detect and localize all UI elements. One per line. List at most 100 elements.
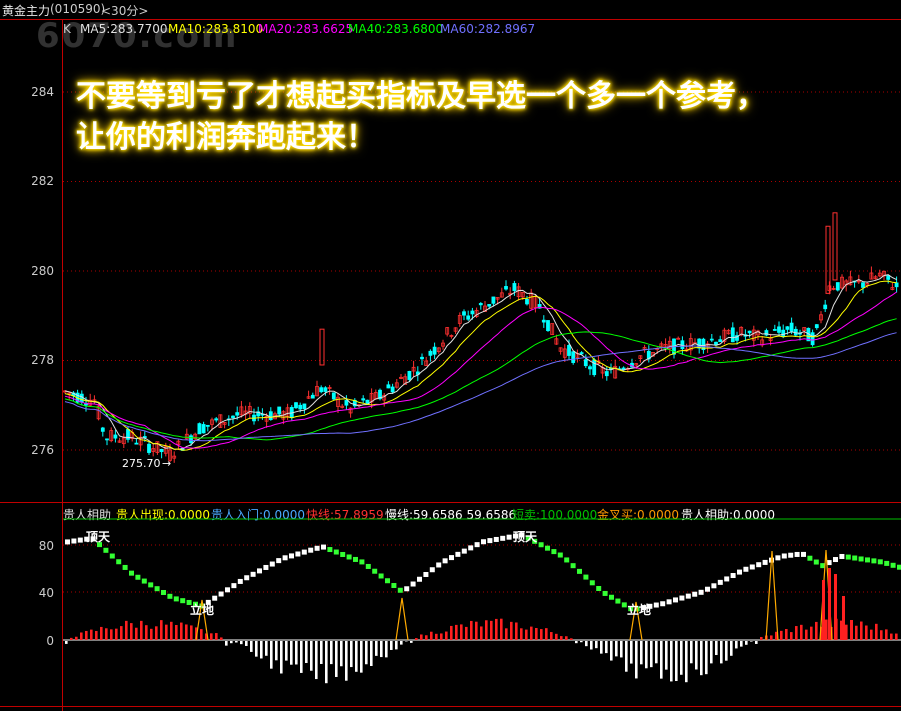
hist-bar-down bbox=[385, 641, 388, 658]
oscillator-block bbox=[109, 553, 115, 559]
oscillator-block bbox=[666, 599, 672, 605]
hist-bar-down bbox=[600, 641, 603, 654]
oscillator-block bbox=[461, 548, 467, 554]
candle-body bbox=[730, 327, 735, 343]
oscillator-block bbox=[410, 581, 416, 587]
oscillator-block bbox=[161, 589, 166, 595]
hist-bar-up bbox=[210, 633, 213, 640]
hist-bar-down bbox=[675, 641, 678, 682]
candle-body bbox=[79, 393, 84, 403]
oscillator-block bbox=[231, 583, 237, 589]
candle-body bbox=[420, 356, 424, 360]
oscillator-block bbox=[583, 574, 589, 580]
oscillator-block bbox=[65, 539, 70, 545]
hist-bar-down bbox=[265, 641, 268, 656]
hist-bar-up bbox=[490, 620, 493, 640]
ind-tick-80: 80 bbox=[39, 539, 54, 553]
candle-body bbox=[470, 310, 475, 315]
hist-bar-up bbox=[185, 624, 188, 640]
hist-bar-up bbox=[140, 620, 143, 640]
promo-line-2: 让你的利润奔跑起来！ bbox=[76, 120, 376, 155]
oscillator-block bbox=[481, 539, 486, 545]
oscillator-block bbox=[154, 586, 160, 592]
hist-bar-down bbox=[690, 641, 693, 664]
oscillator-block bbox=[250, 571, 256, 577]
candle-body bbox=[886, 275, 891, 280]
hist-bar-up bbox=[855, 625, 858, 640]
hist-bar-tall bbox=[822, 580, 825, 640]
oscillator-block bbox=[589, 580, 595, 586]
hist-bar-up bbox=[215, 633, 218, 640]
hist-bar-down bbox=[255, 641, 258, 657]
oscillator-block bbox=[423, 571, 429, 577]
hist-bar-down bbox=[280, 641, 283, 674]
ma-line bbox=[64, 274, 897, 450]
hist-bar-down bbox=[310, 641, 313, 671]
candlesticks bbox=[63, 212, 899, 463]
hist-bar-down bbox=[270, 641, 273, 669]
hist-bar-down bbox=[735, 641, 738, 649]
hist-bar-down bbox=[590, 641, 593, 650]
hist-bar-up bbox=[890, 633, 893, 640]
hist-bar-up bbox=[565, 636, 568, 640]
hist-bar-tall bbox=[834, 574, 837, 640]
hist-bar-down bbox=[630, 641, 633, 664]
hist-bar-up bbox=[770, 635, 773, 640]
hist-bar-down bbox=[325, 641, 328, 684]
hist-bar-up bbox=[120, 626, 123, 640]
candle-body bbox=[201, 424, 206, 434]
hist-bar-up bbox=[200, 629, 203, 640]
hist-bar-down bbox=[380, 641, 383, 658]
oscillator-block bbox=[743, 566, 749, 572]
hist-bar-down bbox=[610, 641, 613, 661]
oscillator-block bbox=[877, 559, 883, 565]
oscillator-block bbox=[813, 559, 819, 565]
candle-body bbox=[525, 298, 529, 305]
hist-bar-up bbox=[790, 632, 793, 640]
hist-bar-down bbox=[750, 641, 753, 642]
candle-body bbox=[277, 406, 282, 415]
signal-spike bbox=[395, 597, 409, 641]
candle-body bbox=[592, 359, 597, 376]
oscillator-block bbox=[295, 551, 301, 557]
hist-bar-up bbox=[190, 625, 193, 640]
candle-body bbox=[298, 404, 303, 410]
oscillator-block bbox=[698, 589, 704, 595]
oscillator-block bbox=[474, 542, 480, 548]
hist-bar-down bbox=[670, 641, 673, 682]
hist-bar-down bbox=[655, 641, 658, 664]
hist-bar-up bbox=[875, 623, 878, 640]
hist-bar-up bbox=[125, 620, 128, 640]
candle-body bbox=[294, 402, 298, 409]
oscillator-block bbox=[506, 534, 512, 540]
hist-bar-down bbox=[705, 641, 708, 675]
hist-bar-down bbox=[635, 641, 638, 679]
hist-bar-up bbox=[90, 629, 93, 640]
hist-bar-down bbox=[595, 641, 598, 649]
hist-bar-down bbox=[335, 641, 338, 677]
oscillator-block bbox=[852, 555, 858, 561]
hist-bar-up bbox=[845, 624, 848, 640]
promo-banner: 不要等到亏了才想起买指标及早选一个多一个参考， 让你的利润奔跑起来！ bbox=[76, 76, 766, 158]
hist-bar-down bbox=[355, 641, 358, 672]
hist-bar-up bbox=[150, 628, 153, 640]
hist-bar-down bbox=[730, 641, 733, 656]
hist-bar-up bbox=[880, 630, 883, 640]
hist-bar-down bbox=[260, 641, 263, 659]
promo-line-1: 不要等到亏了才想起买指标及早选一个多一个参考， bbox=[76, 79, 766, 114]
hist-bar-up bbox=[85, 630, 88, 640]
oscillator-block bbox=[129, 570, 134, 576]
oscillator-block bbox=[71, 538, 77, 544]
oscillator-block bbox=[685, 593, 691, 599]
ma-line bbox=[64, 291, 897, 449]
oscillator-block bbox=[346, 554, 352, 560]
hist-bar-down bbox=[230, 641, 233, 644]
hist-bar-up bbox=[450, 625, 453, 640]
oscillator-block bbox=[167, 593, 173, 599]
hist-bar-up bbox=[110, 629, 113, 640]
candle-body bbox=[835, 282, 840, 291]
hist-bar-up bbox=[885, 629, 888, 640]
oscillator-block bbox=[404, 586, 410, 592]
candle-body bbox=[323, 387, 328, 392]
candle-body bbox=[491, 296, 496, 304]
